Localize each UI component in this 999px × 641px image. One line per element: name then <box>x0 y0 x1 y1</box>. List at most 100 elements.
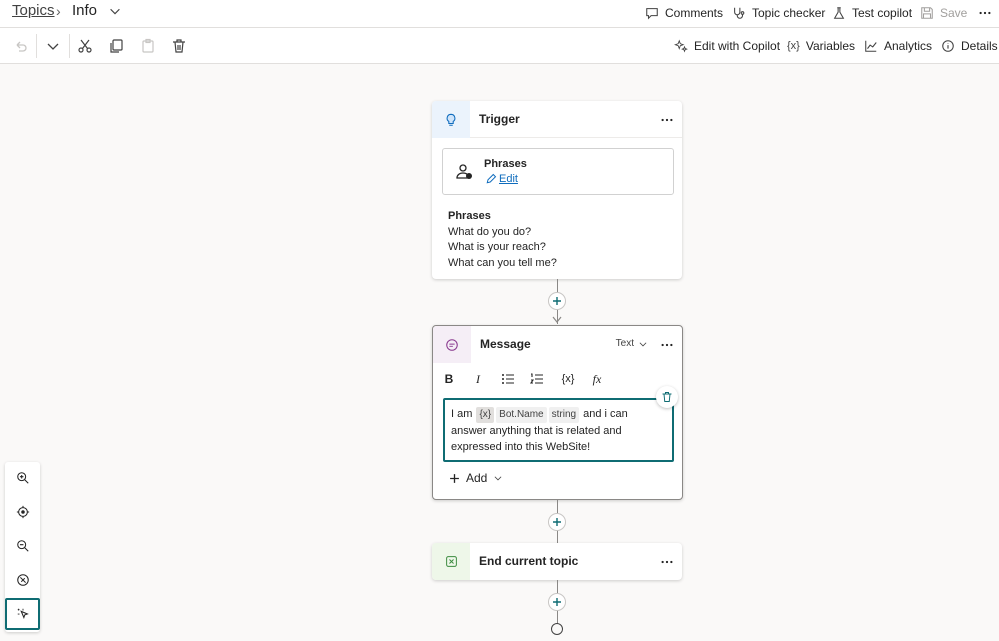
variable-chip-type: string <box>548 407 580 423</box>
bullet-list-icon[interactable] <box>500 371 516 387</box>
trigger-icon-box <box>432 101 470 138</box>
end-topic-node[interactable]: End current topic <box>432 543 682 580</box>
zoom-out-button[interactable] <box>5 530 40 562</box>
recenter-icon <box>16 505 29 519</box>
chevron-down-icon[interactable] <box>108 4 122 18</box>
phrase-item: What can you tell me? <box>448 256 557 269</box>
variable-chip-icon: {x} <box>476 407 495 423</box>
phrase-item: What is your reach? <box>448 241 546 253</box>
analytics-label: Analytics <box>884 39 933 53</box>
zoom-in-icon <box>16 472 29 484</box>
variable-icon: {x} <box>787 40 800 52</box>
add-variation-button[interactable]: Add <box>449 471 503 485</box>
authoring-canvas[interactable]: Trigger Phrases Edit Phrases What do you… <box>0 64 999 641</box>
breadcrumb-current: Info <box>72 2 98 19</box>
delete-message-button[interactable] <box>656 386 678 408</box>
recenter-button[interactable] <box>5 496 40 528</box>
add-label: Add <box>466 471 488 485</box>
bold-icon[interactable]: B <box>441 371 457 387</box>
phrase-item: What do you do? <box>448 225 532 238</box>
topic-checker-button[interactable]: Topic checker <box>732 4 825 22</box>
copy-icon[interactable] <box>108 38 124 54</box>
zoom-in-button[interactable] <box>5 462 40 494</box>
paste-icon[interactable] <box>140 38 156 54</box>
minimap-button[interactable] <box>5 564 40 596</box>
message-text-editor[interactable]: I am {x} Bot.Name string and i can answer … <box>443 398 674 462</box>
numbered-list-icon[interactable] <box>529 371 545 387</box>
formula-icon[interactable]: fx <box>589 371 605 387</box>
plus-icon <box>553 518 561 526</box>
edit-with-copilot-label: Edit with Copilot <box>694 39 781 53</box>
end-topic-icon <box>445 556 457 567</box>
flow-end-marker <box>551 623 563 635</box>
more-icon[interactable] <box>660 555 674 569</box>
phrases-list: Phrases What do you do? What is your rea… <box>448 209 557 271</box>
save-label: Save <box>940 6 968 20</box>
add-node-button[interactable] <box>548 292 566 310</box>
minimap-icon <box>16 574 29 586</box>
variables-label: Variables <box>805 39 855 53</box>
cut-icon[interactable] <box>77 38 93 54</box>
test-copilot-button[interactable]: Test copilot <box>832 4 912 22</box>
arrow-down-icon <box>552 316 562 323</box>
chevron-down-icon <box>639 341 647 346</box>
info-icon <box>942 40 954 52</box>
select-icon <box>17 608 29 619</box>
edit-with-copilot-button[interactable]: Edit with Copilot <box>674 38 780 54</box>
end-node-header: End current topic <box>432 543 682 580</box>
test-copilot-label: Test copilot <box>852 6 913 20</box>
more-icon[interactable] <box>660 338 674 352</box>
message-text-before: I am <box>451 408 473 420</box>
breadcrumb-topics-link[interactable]: Topics <box>12 2 55 19</box>
toolbar-divider <box>36 34 37 58</box>
message-node[interactable]: Message Text B I {x} fx I am {x} Bot.Name… <box>432 325 683 500</box>
toolbar-divider <box>69 34 70 58</box>
trigger-node-header: Trigger <box>432 101 682 138</box>
chart-icon <box>865 40 877 52</box>
add-node-button[interactable] <box>548 513 566 531</box>
more-icon[interactable] <box>978 6 992 20</box>
trigger-node[interactable]: Trigger Phrases Edit Phrases What do you… <box>432 101 682 279</box>
phrases-edit-label: Edit <box>499 173 518 185</box>
insert-variable-icon[interactable]: {x} <box>557 371 579 387</box>
delete-icon[interactable] <box>171 38 187 54</box>
trigger-node-title: Trigger <box>479 112 520 126</box>
message-mode-label: Text <box>615 338 634 349</box>
chevron-down-icon[interactable] <box>45 38 61 54</box>
editor-toolbar: Edit with Copilot {x} Variables Analytic… <box>0 28 999 64</box>
comment-icon <box>646 8 658 20</box>
message-node-header: Message Text <box>433 326 682 363</box>
details-label: Details <box>961 39 998 53</box>
variables-button[interactable]: {x} Variables <box>787 38 855 54</box>
plus-icon <box>553 598 561 606</box>
message-node-title: Message <box>480 337 531 351</box>
select-mode-button[interactable] <box>5 598 40 630</box>
plus-icon <box>450 473 459 483</box>
comments-button[interactable]: Comments <box>645 4 723 22</box>
more-icon[interactable] <box>660 113 674 127</box>
person-chat-icon <box>456 164 472 179</box>
topic-checker-label: Topic checker <box>752 6 826 20</box>
save-button[interactable]: Save <box>920 4 967 22</box>
phrases-card[interactable]: Phrases Edit <box>442 148 674 195</box>
italic-icon[interactable]: I <box>470 371 486 387</box>
chevron-down-icon <box>494 476 502 481</box>
chat-bubble-icon <box>446 338 458 351</box>
lightbulb-icon <box>446 113 456 126</box>
undo-icon[interactable] <box>13 38 29 54</box>
comments-label: Comments <box>665 6 724 20</box>
message-mode-select[interactable]: Text <box>616 338 648 349</box>
details-button[interactable]: Details <box>941 38 998 54</box>
zoom-controls <box>5 462 40 632</box>
save-icon <box>921 7 933 19</box>
message-icon-box <box>433 326 471 363</box>
add-node-button[interactable] <box>548 593 566 611</box>
phrases-edit-link[interactable]: Edit <box>485 173 518 185</box>
variable-chip-name[interactable]: Bot.Name <box>496 407 547 423</box>
plus-icon <box>553 297 561 305</box>
flask-icon <box>833 7 845 19</box>
phrases-card-title: Phrases <box>484 158 527 170</box>
end-icon-box <box>432 543 470 580</box>
analytics-button[interactable]: Analytics <box>864 38 932 54</box>
breadcrumb-separator: › <box>56 3 61 19</box>
